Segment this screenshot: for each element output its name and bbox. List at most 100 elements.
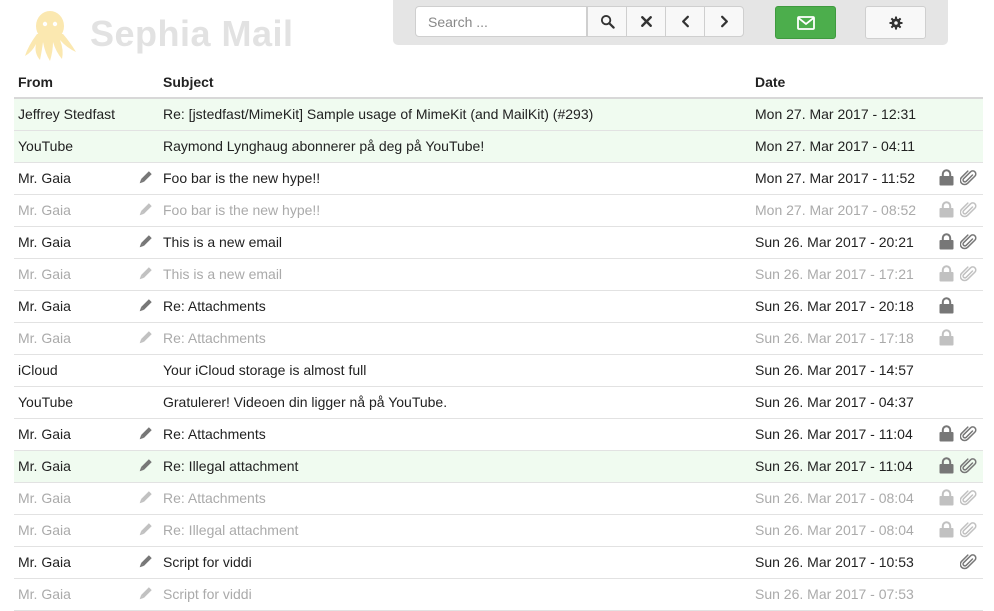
- email-date: Mon 27. Mar 2017 - 04:11: [755, 138, 916, 154]
- pencil-icon[interactable]: [137, 202, 153, 218]
- email-list-header: From Subject Date: [14, 67, 983, 99]
- email-subject: Script for viddi: [163, 586, 252, 602]
- email-from: Mr. Gaia: [18, 554, 71, 570]
- email-row[interactable]: Mr. Gaia Re: Attachments Sun 26. Mar 2017 …: [14, 291, 983, 323]
- email-subject: Re: Attachments: [163, 330, 266, 346]
- chevron-right-icon: [720, 15, 728, 28]
- email-subject: Re: [jstedfast/MimeKit] Sample usage of …: [163, 106, 594, 122]
- email-row[interactable]: Mr. Gaia This is a new email Sun 26. Mar 2…: [14, 227, 983, 259]
- email-subject: Your iCloud storage is almost full: [163, 362, 367, 378]
- email-from: iCloud: [18, 362, 58, 378]
- email-row[interactable]: Mr. Gaia Foo bar is the new hype!! Mon 27.…: [14, 163, 983, 195]
- email-row[interactable]: Mr. Gaia Script for viddi Sun 26. Mar 2017…: [14, 547, 983, 579]
- email-date: Sun 26. Mar 2017 - 17:21: [755, 266, 914, 282]
- clear-search-button[interactable]: [626, 6, 666, 37]
- email-from: Mr. Gaia: [18, 170, 71, 186]
- email-row[interactable]: YouTube Raymond Lynghaug abonnerer på deg…: [14, 131, 983, 163]
- column-header-subject[interactable]: Subject: [163, 74, 214, 90]
- email-date: Sun 26. Mar 2017 - 20:21: [755, 234, 914, 250]
- email-from: Mr. Gaia: [18, 522, 71, 538]
- settings-button[interactable]: [865, 6, 926, 39]
- lock-icon: [939, 425, 954, 442]
- email-row[interactable]: Mr. Gaia Re: Attachments Sun 26. Mar 2017 …: [14, 323, 983, 355]
- email-row[interactable]: Mr. Gaia Script for viddi Sun 26. Mar 2017…: [14, 579, 983, 611]
- email-row[interactable]: Mr. Gaia Re: Attachments Sun 26. Mar 2017 …: [14, 419, 983, 451]
- lock-icon: [939, 201, 954, 218]
- email-from: YouTube: [18, 138, 74, 154]
- email-subject: Foo bar is the new hype!!: [163, 202, 321, 218]
- envelope-icon: [796, 15, 815, 30]
- email-from: Mr. Gaia: [18, 298, 71, 314]
- pencil-icon[interactable]: [137, 522, 153, 538]
- pencil-icon[interactable]: [137, 266, 153, 282]
- email-row[interactable]: Mr. Gaia Re: Illegal attachment Sun 26. Ma…: [14, 451, 983, 483]
- octopus-logo-icon: [25, 11, 76, 61]
- email-row[interactable]: Mr. Gaia This is a new email Sun 26. Mar 2…: [14, 259, 983, 291]
- paperclip-icon: [959, 521, 978, 539]
- pencil-icon[interactable]: [137, 426, 153, 442]
- email-subject: Re: Illegal attachment: [163, 522, 299, 538]
- paperclip-icon: [959, 489, 978, 507]
- search-input[interactable]: [415, 6, 587, 37]
- email-row[interactable]: YouTube Gratulerer! Videoen din ligger nå…: [14, 387, 983, 419]
- pencil-icon[interactable]: [137, 554, 153, 570]
- previous-page-button[interactable]: [665, 6, 705, 37]
- pencil-icon[interactable]: [137, 330, 153, 346]
- pencil-icon[interactable]: [137, 298, 153, 314]
- email-row[interactable]: Mr. Gaia Re: Illegal attachment Sun 26. Ma…: [14, 515, 983, 547]
- email-from: Mr. Gaia: [18, 586, 71, 602]
- email-date: Sun 26. Mar 2017 - 11:04: [755, 458, 913, 474]
- email-date: Sun 26. Mar 2017 - 07:53: [755, 586, 914, 602]
- lock-icon: [939, 329, 954, 346]
- email-date: Sun 26. Mar 2017 - 14:57: [755, 362, 914, 378]
- app-title: Sephia Mail: [90, 13, 294, 54]
- paperclip-icon: [959, 425, 978, 443]
- search-button[interactable]: [587, 6, 627, 37]
- email-date: Sun 26. Mar 2017 - 10:53: [755, 554, 914, 570]
- column-header-date[interactable]: Date: [755, 74, 785, 90]
- pencil-icon[interactable]: [137, 490, 153, 506]
- email-subject: Re: Attachments: [163, 298, 266, 314]
- email-row[interactable]: Jeffrey Stedfast Re: [jstedfast/MimeKit] …: [14, 99, 983, 131]
- email-row[interactable]: Mr. Gaia Re: Attachments Sun 26. Mar 2017 …: [14, 483, 983, 515]
- email-date: Sun 26. Mar 2017 - 08:04: [755, 522, 914, 538]
- paperclip-icon: [959, 553, 978, 571]
- column-header-from[interactable]: From: [18, 74, 53, 90]
- email-date: Mon 27. Mar 2017 - 12:31: [755, 106, 917, 122]
- email-subject: Gratulerer! Videoen din ligger nå på You…: [163, 394, 448, 410]
- pencil-icon[interactable]: [137, 586, 153, 602]
- pencil-icon[interactable]: [137, 234, 153, 250]
- email-from: Mr. Gaia: [18, 202, 71, 218]
- email-date: Mon 27. Mar 2017 - 11:52: [755, 170, 916, 186]
- email-subject: Foo bar is the new hype!!: [163, 170, 321, 186]
- email-from: Mr. Gaia: [18, 458, 71, 474]
- email-date: Sun 26. Mar 2017 - 11:04: [755, 426, 913, 442]
- compose-button[interactable]: [775, 6, 836, 39]
- email-row[interactable]: Mr. Gaia Foo bar is the new hype!! Mon 27.…: [14, 195, 983, 227]
- email-from: Mr. Gaia: [18, 490, 71, 506]
- pencil-icon[interactable]: [137, 170, 153, 186]
- lock-icon: [939, 457, 954, 474]
- lock-icon: [939, 169, 954, 186]
- lock-icon: [939, 521, 954, 538]
- email-from: YouTube: [18, 394, 74, 410]
- toolbar: [393, 0, 948, 45]
- email-date: Sun 26. Mar 2017 - 17:18: [755, 330, 914, 346]
- next-page-button[interactable]: [704, 6, 744, 37]
- lock-icon: [939, 297, 954, 314]
- email-row[interactable]: iCloud Your iCloud storage is almost full…: [14, 355, 983, 387]
- email-subject: Script for viddi: [163, 554, 252, 570]
- lock-icon: [939, 489, 954, 506]
- chevron-left-icon: [681, 15, 689, 28]
- lock-icon: [939, 233, 954, 250]
- email-from: Jeffrey Stedfast: [18, 106, 116, 122]
- email-subject: This is a new email: [163, 266, 283, 282]
- email-subject: Re: Illegal attachment: [163, 458, 299, 474]
- lock-icon: [939, 265, 954, 282]
- gear-icon: [888, 15, 903, 30]
- email-subject: Raymond Lynghaug abonnerer på deg på You…: [163, 138, 485, 154]
- paperclip-icon: [959, 233, 978, 251]
- email-list: Jeffrey Stedfast Re: [jstedfast/MimeKit] …: [14, 99, 983, 611]
- pencil-icon[interactable]: [137, 458, 153, 474]
- email-date: Sun 26. Mar 2017 - 20:18: [755, 298, 914, 314]
